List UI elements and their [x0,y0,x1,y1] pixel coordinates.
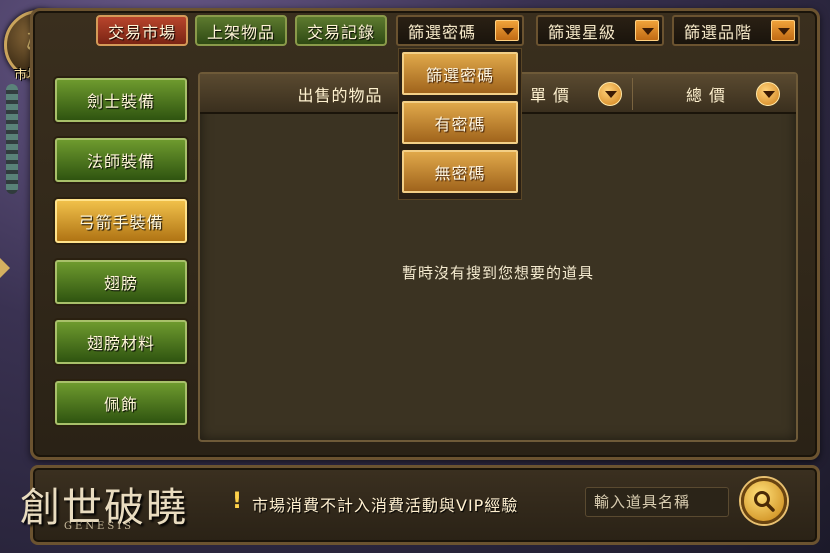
item-search-input[interactable] [585,487,729,517]
dropdown-option-no-password[interactable]: 無密碼 [402,150,518,193]
column-divider [632,78,633,110]
market-notice: 市場消費不計入消費活動與VIP經驗 [252,496,519,515]
tab-list-item[interactable]: 上架物品 [195,15,287,46]
tab-trade-records[interactable]: 交易記錄 [295,15,387,46]
filter-grade-label: 篩選品階 [684,22,753,42]
tab-trade-market[interactable]: 交易市場 [96,15,188,46]
exclamation-icon: ! [232,489,243,514]
filter-star-select[interactable]: 篩選星級 [536,15,664,46]
chevron-down-icon[interactable] [771,20,795,41]
empty-results-message: 暫時沒有搜到您想要的道具 [401,264,594,282]
dropdown-option-filter-password[interactable]: 篩選密碼 [402,52,518,95]
filter-grade-select[interactable]: 篩選品階 [672,15,800,46]
chevron-down-icon[interactable] [495,20,519,41]
column-total-price: 總 價 [685,86,727,105]
search-button[interactable] [741,478,787,524]
chevron-down-icon[interactable] [635,20,659,41]
category-mage-gear[interactable]: 法師裝備 [55,138,187,182]
category-archer-gear[interactable]: 弓箭手裝備 [55,199,187,243]
search-icon [754,491,775,512]
category-swordsman-gear[interactable]: 劍士裝備 [55,78,187,122]
chain-decoration [6,84,18,194]
filter-password-label: 篩選密碼 [408,22,477,42]
category-wings[interactable]: 翅膀 [55,260,187,304]
game-logo-subtitle: GENESIS [64,521,134,532]
filter-star-label: 篩選星級 [548,22,617,42]
category-accessories[interactable]: 佩飾 [55,381,187,425]
sort-unit-price-icon[interactable] [598,82,622,106]
side-arrow-icon[interactable] [0,258,10,278]
password-filter-dropdown: 篩選密碼 有密碼 無密碼 [398,48,522,200]
dropdown-option-has-password[interactable]: 有密碼 [402,101,518,144]
filter-password-select[interactable]: 篩選密碼 [396,15,524,46]
category-wing-materials[interactable]: 翅膀材料 [55,320,187,364]
sort-total-price-icon[interactable] [756,82,780,106]
